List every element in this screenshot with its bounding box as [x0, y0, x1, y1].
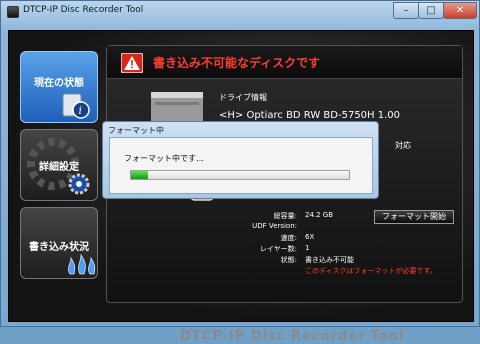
drive-name: <H> Optiarc BD RW BD-5750H 1.00 — [219, 110, 401, 121]
disc-note: このディスクはフォーマットが必要です。 — [305, 267, 437, 275]
minimize-button[interactable]: – — [393, 2, 419, 19]
window-title: DTCP-IP Disc Recorder Tool — [23, 5, 144, 15]
dialog-message: フォーマット中です… — [124, 154, 204, 163]
close-button[interactable]: ✕ — [443, 2, 477, 19]
flame-icon — [68, 253, 96, 275]
format-dialog: フォーマット中 フォーマット中です… — [102, 121, 379, 199]
nav-settings-label: 詳細設定 — [39, 162, 79, 173]
nav-write-status[interactable]: 書き込み状況 — [20, 207, 98, 279]
format-start-button[interactable]: フォーマット開始 — [374, 210, 454, 224]
nav-current-status[interactable]: 現在の状態 i — [20, 51, 98, 123]
app-icon — [7, 6, 19, 18]
info-value: 6X — [305, 233, 315, 241]
info-key: UDF Version: — [252, 222, 297, 230]
info-value: 24.2 GB — [305, 211, 334, 219]
app-window: DTCP-IP Disc Recorder Tool – □ ✕ 現在の状態 i… — [0, 0, 480, 344]
info-key: 状態: — [280, 256, 297, 264]
title-bar[interactable]: DTCP-IP Disc Recorder Tool – □ ✕ — [1, 1, 479, 23]
maximize-button[interactable]: □ — [418, 2, 444, 19]
support-value: 対応 — [395, 141, 411, 150]
nav-write-status-label: 書き込み状況 — [29, 242, 89, 253]
info-value: 書き込み不可能 — [305, 256, 354, 264]
drive-section-title: ドライブ情報 — [219, 93, 267, 102]
dialog-title: フォーマット中 — [108, 126, 164, 135]
nav-settings[interactable]: 詳細設定 — [20, 129, 98, 201]
progress-fill — [131, 171, 148, 179]
format-progress-bar — [130, 170, 350, 180]
info-key: 速度: — [280, 234, 297, 242]
warning-message: 書き込み不可能なディスクです — [153, 56, 321, 70]
svg-text:i: i — [79, 104, 83, 117]
warning-icon — [121, 53, 143, 73]
info-document-icon: i — [62, 93, 90, 119]
info-value: 1 — [305, 244, 310, 252]
nav-current-status-label: 現在の状態 — [34, 78, 84, 89]
info-key: レイヤー数: — [259, 245, 297, 253]
dialog-body: フォーマット中です… — [109, 137, 373, 194]
brand-footer: DTCP-IP Disc Recorder Tool — [180, 329, 405, 344]
info-key: 総容量: — [273, 212, 297, 220]
warning-header: 書き込み不可能なディスクです — [107, 46, 462, 79]
